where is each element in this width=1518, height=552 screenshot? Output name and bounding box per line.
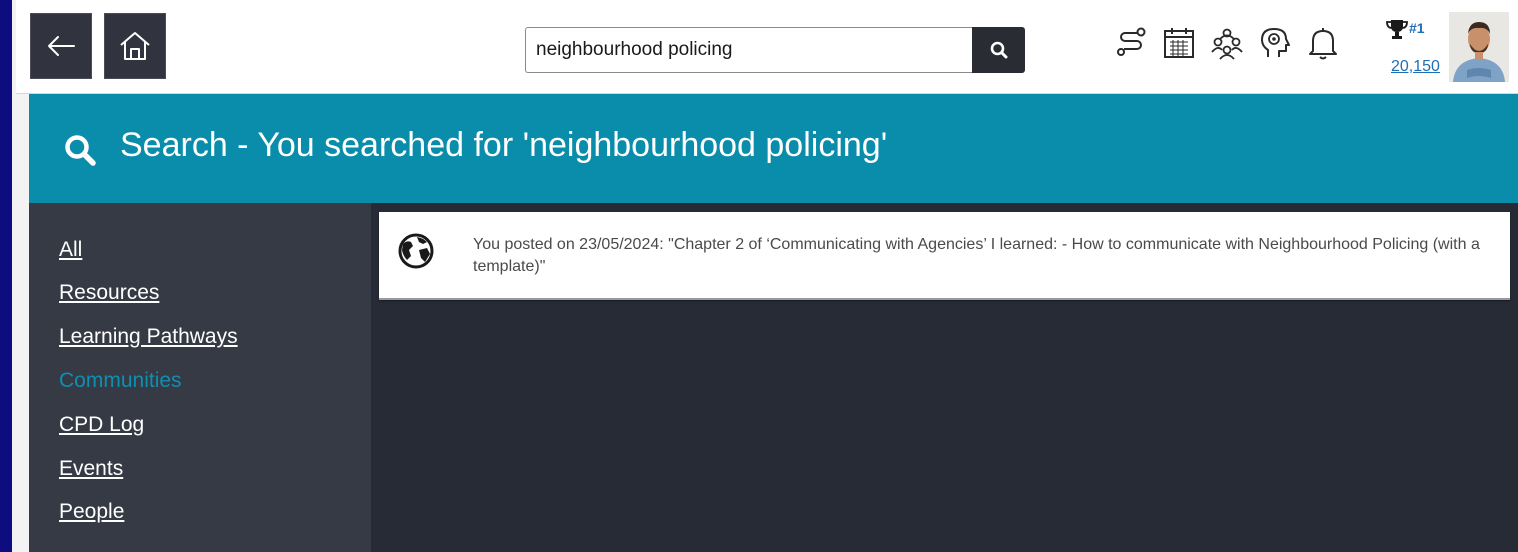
- route-button[interactable]: [1108, 20, 1154, 66]
- sidebar-item-events[interactable]: Events: [59, 457, 123, 481]
- top-bar: #1 20,150: [16, 0, 1518, 94]
- calendar-icon: [1164, 28, 1194, 58]
- sidebar-item-cpd-log[interactable]: CPD Log: [59, 413, 144, 437]
- mindset-button[interactable]: [1252, 20, 1298, 66]
- sidebar-item-resources[interactable]: Resources: [59, 281, 159, 305]
- sidebar-item-people[interactable]: People: [59, 500, 124, 524]
- notifications-button[interactable]: [1300, 20, 1346, 66]
- rank-number: #1: [1409, 20, 1425, 36]
- route-icon: [1117, 27, 1146, 56]
- points-link[interactable]: 20,150: [1391, 58, 1440, 76]
- search-icon: [65, 135, 96, 166]
- page-header: Search - You searched for 'neighbourhood…: [29, 94, 1518, 203]
- search-bar: [525, 27, 1025, 73]
- sidebar-item-all[interactable]: All: [59, 238, 82, 262]
- results-panel: You posted on 23/05/2024: "Chapter 2 of …: [371, 203, 1518, 552]
- result-card[interactable]: You posted on 23/05/2024: "Chapter 2 of …: [379, 212, 1510, 300]
- back-button[interactable]: [30, 13, 92, 79]
- search-button[interactable]: [972, 27, 1025, 73]
- avatar[interactable]: [1449, 12, 1509, 82]
- trophy-icon: [1386, 20, 1408, 39]
- sidebar-item-learning-pathways[interactable]: Learning Pathways: [59, 325, 238, 349]
- search-icon: [990, 41, 1007, 59]
- leaderboard-rank: #1 20,150: [1382, 12, 1442, 82]
- head-brain-icon: [1261, 28, 1290, 57]
- arrow-left-icon: [48, 36, 75, 56]
- communities-button[interactable]: [1204, 20, 1250, 66]
- bell-icon: [1309, 28, 1337, 60]
- calendar-button[interactable]: [1156, 20, 1202, 66]
- search-filter-sidebar: All Resources Learning Pathways Communit…: [29, 203, 371, 552]
- people-group-icon: [1211, 28, 1243, 60]
- home-icon: [120, 32, 150, 60]
- search-input[interactable]: [525, 27, 973, 73]
- page-title: Search - You searched for 'neighbourhood…: [120, 126, 888, 164]
- result-text: You posted on 23/05/2024: "Chapter 2 of …: [473, 236, 1480, 275]
- user-photo-icon: [1449, 12, 1509, 82]
- sidebar-item-communities[interactable]: Communities: [59, 369, 182, 393]
- globe-icon: [398, 233, 434, 269]
- home-button[interactable]: [104, 13, 166, 79]
